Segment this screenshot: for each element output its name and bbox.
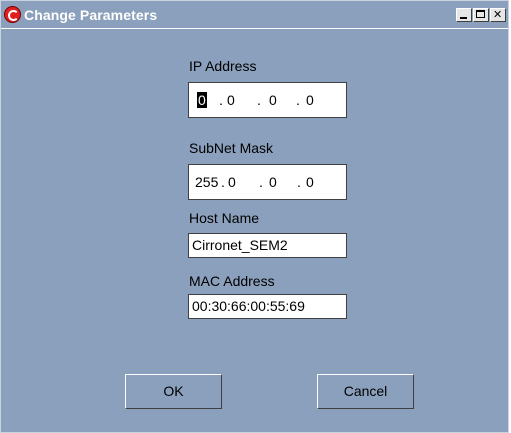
subnet-octet-2[interactable]: 0	[228, 174, 236, 190]
app-icon[interactable]	[4, 6, 21, 23]
subnet-octet-1[interactable]: 255	[195, 174, 218, 190]
host-name-input[interactable]: Cirronet_SEM2	[188, 233, 347, 258]
subnet-mask-field[interactable]: 255 . 0 . 0 . 0	[188, 164, 347, 200]
subnet-dot: .	[221, 174, 225, 190]
ip-octet-4[interactable]: 0	[306, 92, 314, 108]
minimize-button[interactable]	[456, 8, 472, 22]
ip-octet-1[interactable]: 0	[197, 92, 207, 108]
window-title: Change Parameters	[24, 7, 158, 23]
subnet-octet-4[interactable]: 0	[306, 174, 314, 190]
change-parameters-dialog: Change Parameters IP Address 0 . 0 . 0 .…	[0, 0, 509, 433]
ip-address-label: IP Address	[189, 58, 257, 74]
ip-dot: .	[257, 92, 261, 108]
ip-dot: .	[219, 92, 223, 108]
close-button[interactable]	[490, 8, 506, 22]
host-name-label: Host Name	[189, 210, 260, 226]
mac-address-label: MAC Address	[189, 273, 275, 289]
subnet-octet-3[interactable]: 0	[269, 174, 277, 190]
mac-address-input[interactable]: 00:30:66:00:55:69	[188, 294, 347, 319]
ok-button[interactable]: OK	[125, 374, 222, 409]
maximize-button[interactable]	[473, 8, 489, 22]
subnet-dot: .	[297, 174, 301, 190]
subnet-dot: .	[259, 174, 263, 190]
ip-address-field[interactable]: 0 . 0 . 0 . 0	[188, 82, 347, 118]
title-bar[interactable]: Change Parameters	[1, 1, 508, 29]
ip-octet-2[interactable]: 0	[227, 92, 235, 108]
cancel-button[interactable]: Cancel	[317, 374, 414, 409]
ip-octet-3[interactable]: 0	[269, 92, 277, 108]
subnet-mask-label: SubNet Mask	[189, 140, 274, 156]
ip-dot: .	[296, 92, 300, 108]
